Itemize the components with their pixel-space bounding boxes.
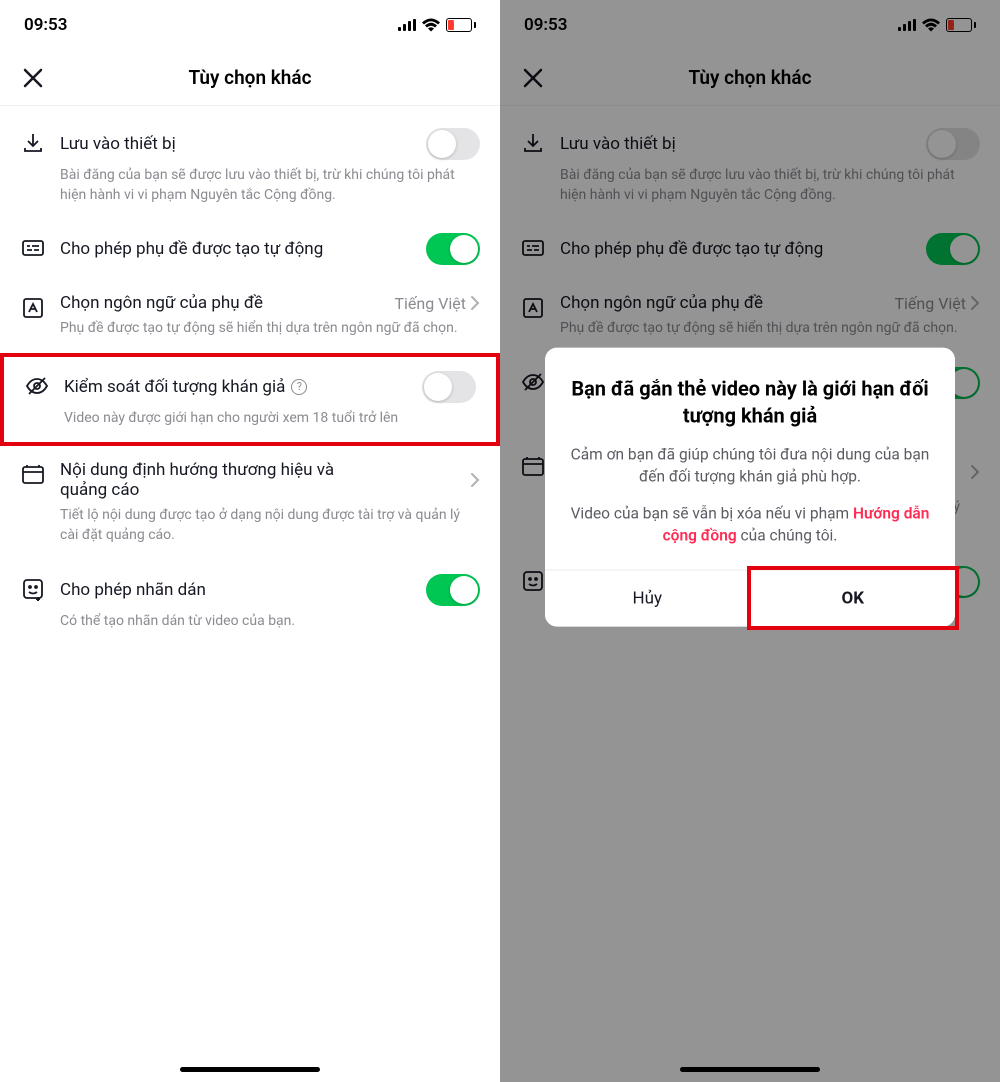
- setting-stickers-title: Cho phép nhãn dán: [60, 580, 206, 600]
- setting-stickers-desc: Có thể tạo nhãn dán từ video của bạn.: [60, 612, 480, 632]
- setting-audience-title: Kiểm soát đối tượng khán giả ?: [64, 377, 307, 397]
- setting-branded-desc: Tiết lộ nội dung được tạo ở dạng nội dun…: [60, 506, 480, 545]
- toggle-save[interactable]: [426, 128, 480, 160]
- status-time: 09:53: [24, 15, 67, 35]
- ok-button[interactable]: OK: [751, 570, 956, 626]
- eye-off-icon: [24, 373, 50, 399]
- setting-captions-title: Cho phép phụ đề được tạo tự động: [60, 239, 323, 259]
- language-icon: [20, 295, 46, 321]
- setting-save-to-device[interactable]: Lưu vào thiết bị Bài đăng của bạn sẽ đượ…: [0, 114, 500, 219]
- help-icon[interactable]: ?: [291, 379, 307, 395]
- dialog-title: Bạn đã gắn thẻ video này là giới hạn đối…: [567, 375, 933, 429]
- captions-icon: [20, 235, 46, 261]
- setting-save-title: Lưu vào thiết bị: [60, 134, 176, 154]
- screen-right: 09:53 20 Tùy chọn khác Lưu vào thiết bị: [500, 0, 1000, 1082]
- toggle-audience[interactable]: [422, 371, 476, 403]
- setting-language-title: Chọn ngôn ngữ của phụ đề: [60, 293, 263, 313]
- header: Tùy chọn khác: [0, 50, 500, 106]
- setting-language[interactable]: Chọn ngôn ngữ của phụ đề Tiếng Việt Phụ …: [0, 279, 500, 353]
- page-title: Tùy chọn khác: [188, 66, 311, 89]
- setting-branded-title: Nội dung định hướng thương hiệu và quảng…: [60, 460, 340, 500]
- setting-audience-desc: Video này được giới hạn cho người xem 18…: [64, 409, 476, 429]
- setting-language-desc: Phụ đề được tạo tự động sẽ hiển thị dựa …: [60, 319, 480, 339]
- dialog-text-2: Video của bạn sẽ vẫn bị xóa nếu vi phạm …: [567, 502, 933, 547]
- screen-left: 09:53 20 Tùy chọn khác Lưu vào thiết bị: [0, 0, 500, 1082]
- sticker-icon: [20, 576, 46, 602]
- status-indicators: 20: [398, 18, 476, 32]
- setting-language-value: Tiếng Việt: [394, 294, 480, 313]
- chevron-right-icon: [470, 472, 480, 488]
- home-indicator[interactable]: [180, 1067, 320, 1072]
- setting-save-desc: Bài đăng của bạn sẽ được lưu vào thiết b…: [60, 166, 480, 205]
- chevron-right-icon: [470, 295, 480, 311]
- wifi-icon: [422, 18, 440, 32]
- branded-icon: [20, 462, 46, 488]
- setting-branded-chevron: [470, 472, 480, 488]
- battery-icon: 20: [446, 18, 476, 32]
- settings-list: Lưu vào thiết bị Bài đăng của bạn sẽ đượ…: [0, 106, 500, 1082]
- confirm-dialog: Bạn đã gắn thẻ video này là giới hạn đối…: [545, 347, 955, 626]
- close-icon: [22, 67, 44, 89]
- setting-audience-control[interactable]: Kiểm soát đối tượng khán giả ? Video này…: [0, 353, 500, 447]
- close-button[interactable]: [18, 63, 48, 93]
- setting-branded-content[interactable]: Nội dung định hướng thương hiệu và quảng…: [0, 446, 500, 559]
- setting-stickers[interactable]: Cho phép nhãn dán Có thể tạo nhãn dán từ…: [0, 560, 500, 646]
- cancel-button[interactable]: Hủy: [545, 570, 751, 626]
- toggle-stickers[interactable]: [426, 574, 480, 606]
- cellular-icon: [398, 18, 416, 32]
- download-icon: [20, 130, 46, 156]
- dialog-text-1: Cảm ơn bạn đã giúp chúng tôi đưa nội dun…: [567, 443, 933, 488]
- setting-auto-captions[interactable]: Cho phép phụ đề được tạo tự động: [0, 219, 500, 279]
- status-bar: 09:53 20: [0, 0, 500, 50]
- toggle-captions[interactable]: [426, 233, 480, 265]
